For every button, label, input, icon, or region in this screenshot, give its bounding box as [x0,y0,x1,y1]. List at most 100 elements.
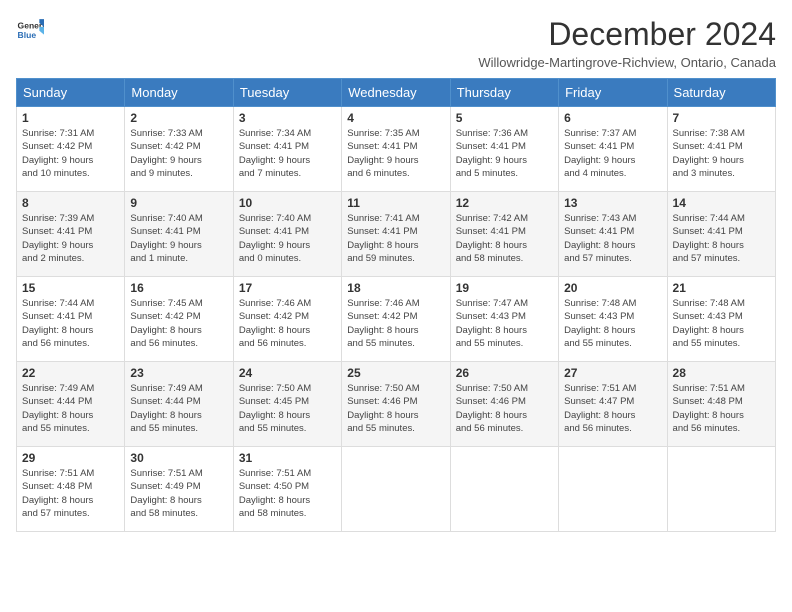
day-info: Sunrise: 7:35 AMSunset: 4:41 PMDaylight:… [347,127,444,180]
day-number: 28 [673,366,770,380]
day-header-monday: Monday [125,79,233,107]
day-number: 21 [673,281,770,295]
day-info: Sunrise: 7:48 AMSunset: 4:43 PMDaylight:… [673,297,770,350]
day-cell: 6Sunrise: 7:37 AMSunset: 4:41 PMDaylight… [559,107,667,192]
day-info: Sunrise: 7:50 AMSunset: 4:46 PMDaylight:… [347,382,444,435]
day-info: Sunrise: 7:44 AMSunset: 4:41 PMDaylight:… [22,297,119,350]
day-number: 27 [564,366,661,380]
day-header-wednesday: Wednesday [342,79,450,107]
day-info: Sunrise: 7:43 AMSunset: 4:41 PMDaylight:… [564,212,661,265]
day-number: 1 [22,111,119,125]
day-cell: 26 Sunrise: 7:50 AMSunset: 4:46 PMDayligh… [450,362,558,447]
day-info: Sunrise: 7:40 AMSunset: 4:41 PMDaylight:… [239,212,336,265]
day-number: 12 [456,196,553,210]
day-number: 24 [239,366,336,380]
day-number: 7 [673,111,770,125]
svg-text:Blue: Blue [18,30,37,40]
day-number: 11 [347,196,444,210]
day-info: Sunrise: 7:51 AMSunset: 4:48 PMDaylight:… [673,382,770,435]
day-header-sunday: Sunday [17,79,125,107]
day-number: 4 [347,111,444,125]
day-info: Sunrise: 7:49 AMSunset: 4:44 PMDaylight:… [130,382,227,435]
day-info: Sunrise: 7:48 AMSunset: 4:43 PMDaylight:… [564,297,661,350]
day-info: Sunrise: 7:31 AMSunset: 4:42 PMDaylight:… [22,127,119,180]
day-cell: 21 Sunrise: 7:48 AMSunset: 4:43 PMDayligh… [667,277,775,362]
day-number: 15 [22,281,119,295]
day-info: Sunrise: 7:51 AMSunset: 4:47 PMDaylight:… [564,382,661,435]
day-number: 8 [22,196,119,210]
day-number: 29 [22,451,119,465]
day-cell: 30 Sunrise: 7:51 AMSunset: 4:49 PMDayligh… [125,447,233,532]
day-info: Sunrise: 7:46 AMSunset: 4:42 PMDaylight:… [347,297,444,350]
day-info: Sunrise: 7:46 AMSunset: 4:42 PMDaylight:… [239,297,336,350]
day-cell [342,447,450,532]
day-number: 19 [456,281,553,295]
day-cell: 7 Sunrise: 7:38 AMSunset: 4:41 PMDaylight… [667,107,775,192]
day-cell: 20 Sunrise: 7:48 AMSunset: 4:43 PMDayligh… [559,277,667,362]
day-info: Sunrise: 7:33 AMSunset: 4:42 PMDaylight:… [130,127,227,180]
day-number: 30 [130,451,227,465]
day-cell: 29 Sunrise: 7:51 AMSunset: 4:48 PMDayligh… [17,447,125,532]
day-info: Sunrise: 7:40 AMSunset: 4:41 PMDaylight:… [130,212,227,265]
day-info: Sunrise: 7:36 AMSunset: 4:41 PMDaylight:… [456,127,553,180]
day-number: 26 [456,366,553,380]
calendar-table: SundayMondayTuesdayWednesdayThursdayFrid… [16,78,776,532]
day-cell: 14Sunrise: 7:44 AMSunset: 4:41 PMDayligh… [667,192,775,277]
week-row-4: 22Sunrise: 7:49 AMSunset: 4:44 PMDayligh… [17,362,776,447]
day-info: Sunrise: 7:41 AMSunset: 4:41 PMDaylight:… [347,212,444,265]
day-info: Sunrise: 7:37 AMSunset: 4:41 PMDaylight:… [564,127,661,180]
day-number: 20 [564,281,661,295]
day-info: Sunrise: 7:50 AMSunset: 4:45 PMDaylight:… [239,382,336,435]
day-number: 3 [239,111,336,125]
page-header: General Blue December 2024 Willowridge-M… [16,16,776,70]
day-header-tuesday: Tuesday [233,79,341,107]
day-info: Sunrise: 7:50 AMSunset: 4:46 PMDaylight:… [456,382,553,435]
day-cell [667,447,775,532]
day-number: 23 [130,366,227,380]
day-cell [450,447,558,532]
days-header-row: SundayMondayTuesdayWednesdayThursdayFrid… [17,79,776,107]
day-info: Sunrise: 7:45 AMSunset: 4:42 PMDaylight:… [130,297,227,350]
day-info: Sunrise: 7:44 AMSunset: 4:41 PMDaylight:… [673,212,770,265]
day-cell: 4 Sunrise: 7:35 AMSunset: 4:41 PMDaylight… [342,107,450,192]
logo: General Blue [16,16,44,44]
day-info: Sunrise: 7:34 AMSunset: 4:41 PMDaylight:… [239,127,336,180]
day-info: Sunrise: 7:51 AMSunset: 4:48 PMDaylight:… [22,467,119,520]
day-info: Sunrise: 7:51 AMSunset: 4:49 PMDaylight:… [130,467,227,520]
day-info: Sunrise: 7:47 AMSunset: 4:43 PMDaylight:… [456,297,553,350]
day-number: 2 [130,111,227,125]
day-header-thursday: Thursday [450,79,558,107]
day-info: Sunrise: 7:38 AMSunset: 4:41 PMDaylight:… [673,127,770,180]
day-info: Sunrise: 7:39 AMSunset: 4:41 PMDaylight:… [22,212,119,265]
day-info: Sunrise: 7:49 AMSunset: 4:44 PMDaylight:… [22,382,119,435]
location-subtitle: Willowridge-Martingrove-Richview, Ontari… [478,55,776,70]
day-number: 10 [239,196,336,210]
day-cell: 11 Sunrise: 7:41 AMSunset: 4:41 PMDayligh… [342,192,450,277]
day-number: 5 [456,111,553,125]
logo-icon: General Blue [16,16,44,44]
title-section: December 2024 Willowridge-Martingrove-Ri… [478,16,776,70]
month-title: December 2024 [478,16,776,53]
day-cell: 13 Sunrise: 7:43 AMSunset: 4:41 PMDayligh… [559,192,667,277]
day-number: 16 [130,281,227,295]
day-number: 13 [564,196,661,210]
day-cell: 31Sunrise: 7:51 AMSunset: 4:50 PMDayligh… [233,447,341,532]
day-cell: 17 Sunrise: 7:46 AMSunset: 4:42 PMDayligh… [233,277,341,362]
day-cell: 16 Sunrise: 7:45 AMSunset: 4:42 PMDayligh… [125,277,233,362]
day-header-friday: Friday [559,79,667,107]
day-cell: 19 Sunrise: 7:47 AMSunset: 4:43 PMDayligh… [450,277,558,362]
week-row-5: 29 Sunrise: 7:51 AMSunset: 4:48 PMDayligh… [17,447,776,532]
day-cell: 10 Sunrise: 7:40 AMSunset: 4:41 PMDayligh… [233,192,341,277]
day-cell: 12Sunrise: 7:42 AMSunset: 4:41 PMDayligh… [450,192,558,277]
day-cell: 15 Sunrise: 7:44 AMSunset: 4:41 PMDayligh… [17,277,125,362]
day-info: Sunrise: 7:51 AMSunset: 4:50 PMDaylight:… [239,467,336,520]
day-cell: 5 Sunrise: 7:36 AMSunset: 4:41 PMDaylight… [450,107,558,192]
day-cell: 28 Sunrise: 7:51 AMSunset: 4:48 PMDayligh… [667,362,775,447]
day-cell: 2 Sunrise: 7:33 AMSunset: 4:42 PMDaylight… [125,107,233,192]
day-cell [559,447,667,532]
day-number: 17 [239,281,336,295]
day-cell: 8 Sunrise: 7:39 AMSunset: 4:41 PMDaylight… [17,192,125,277]
day-cell: 24 Sunrise: 7:50 AMSunset: 4:45 PMDayligh… [233,362,341,447]
day-header-saturday: Saturday [667,79,775,107]
week-row-3: 15 Sunrise: 7:44 AMSunset: 4:41 PMDayligh… [17,277,776,362]
